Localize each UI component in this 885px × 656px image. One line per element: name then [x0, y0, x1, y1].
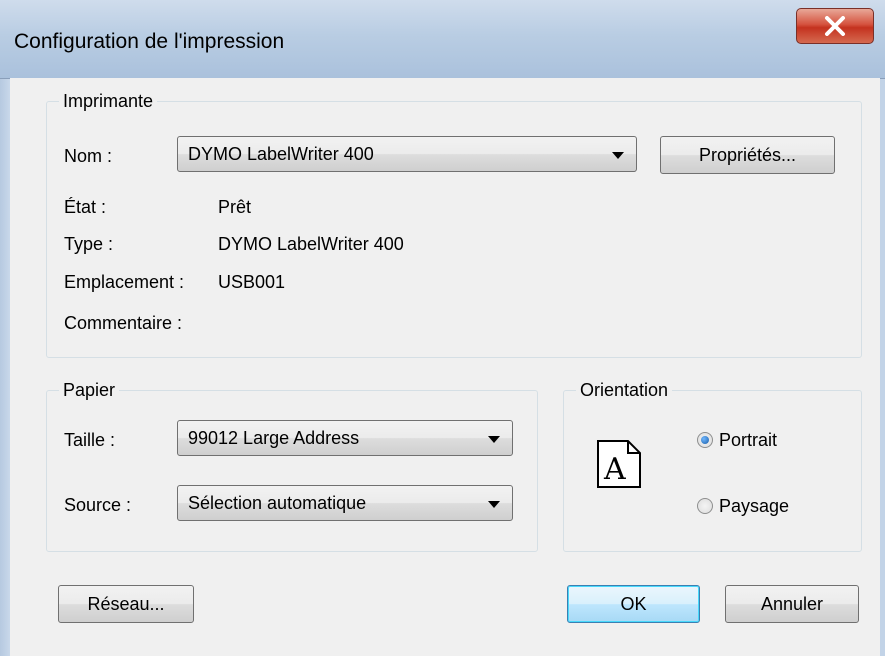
paper-size-value: 99012 Large Address	[188, 428, 360, 448]
printer-name-label: Nom :	[64, 146, 113, 166]
location-value: USB001	[218, 272, 286, 292]
chevron-down-icon	[488, 501, 500, 508]
chevron-down-icon	[488, 436, 500, 443]
type-value: DYMO LabelWriter 400	[218, 234, 404, 254]
network-button[interactable]: Réseau...	[58, 585, 194, 623]
printer-name-select[interactable]: DYMO LabelWriter 400	[177, 136, 637, 172]
portrait-radio[interactable]	[697, 432, 713, 448]
printer-group-label: Imprimante	[59, 90, 158, 112]
status-label: État :	[64, 197, 107, 217]
status-value: Prêt	[218, 197, 252, 217]
landscape-radio[interactable]	[697, 498, 713, 514]
comment-label: Commentaire :	[64, 313, 183, 333]
orientation-group-label: Orientation	[576, 379, 673, 401]
paper-group: Papier	[46, 379, 538, 552]
properties-button[interactable]: Propriétés...	[660, 136, 835, 174]
title-bar[interactable]: Configuration de l'impression	[0, 0, 885, 79]
ok-button[interactable]: OK	[567, 585, 700, 623]
location-label: Emplacement :	[64, 272, 185, 292]
paper-group-label: Papier	[59, 379, 120, 401]
chevron-down-icon	[612, 152, 624, 159]
portrait-page-icon: A	[597, 440, 641, 488]
paper-source-value: Sélection automatique	[188, 493, 367, 513]
paper-size-label: Taille :	[64, 430, 116, 450]
landscape-label[interactable]: Paysage	[719, 495, 789, 517]
window-title: Configuration de l'impression	[14, 30, 285, 53]
portrait-label[interactable]: Portrait	[719, 429, 777, 451]
paper-source-label: Source :	[64, 495, 132, 515]
close-button[interactable]	[796, 8, 874, 44]
window-frame-left	[0, 0, 10, 656]
window-frame-right	[880, 78, 885, 656]
paper-source-select[interactable]: Sélection automatique	[177, 485, 513, 521]
type-label: Type :	[64, 234, 114, 254]
cancel-button[interactable]: Annuler	[725, 585, 859, 623]
close-icon	[825, 16, 845, 36]
printer-name-value: DYMO LabelWriter 400	[188, 144, 374, 164]
paper-size-select[interactable]: 99012 Large Address	[177, 420, 513, 456]
page-icon-letter: A	[603, 452, 626, 487]
